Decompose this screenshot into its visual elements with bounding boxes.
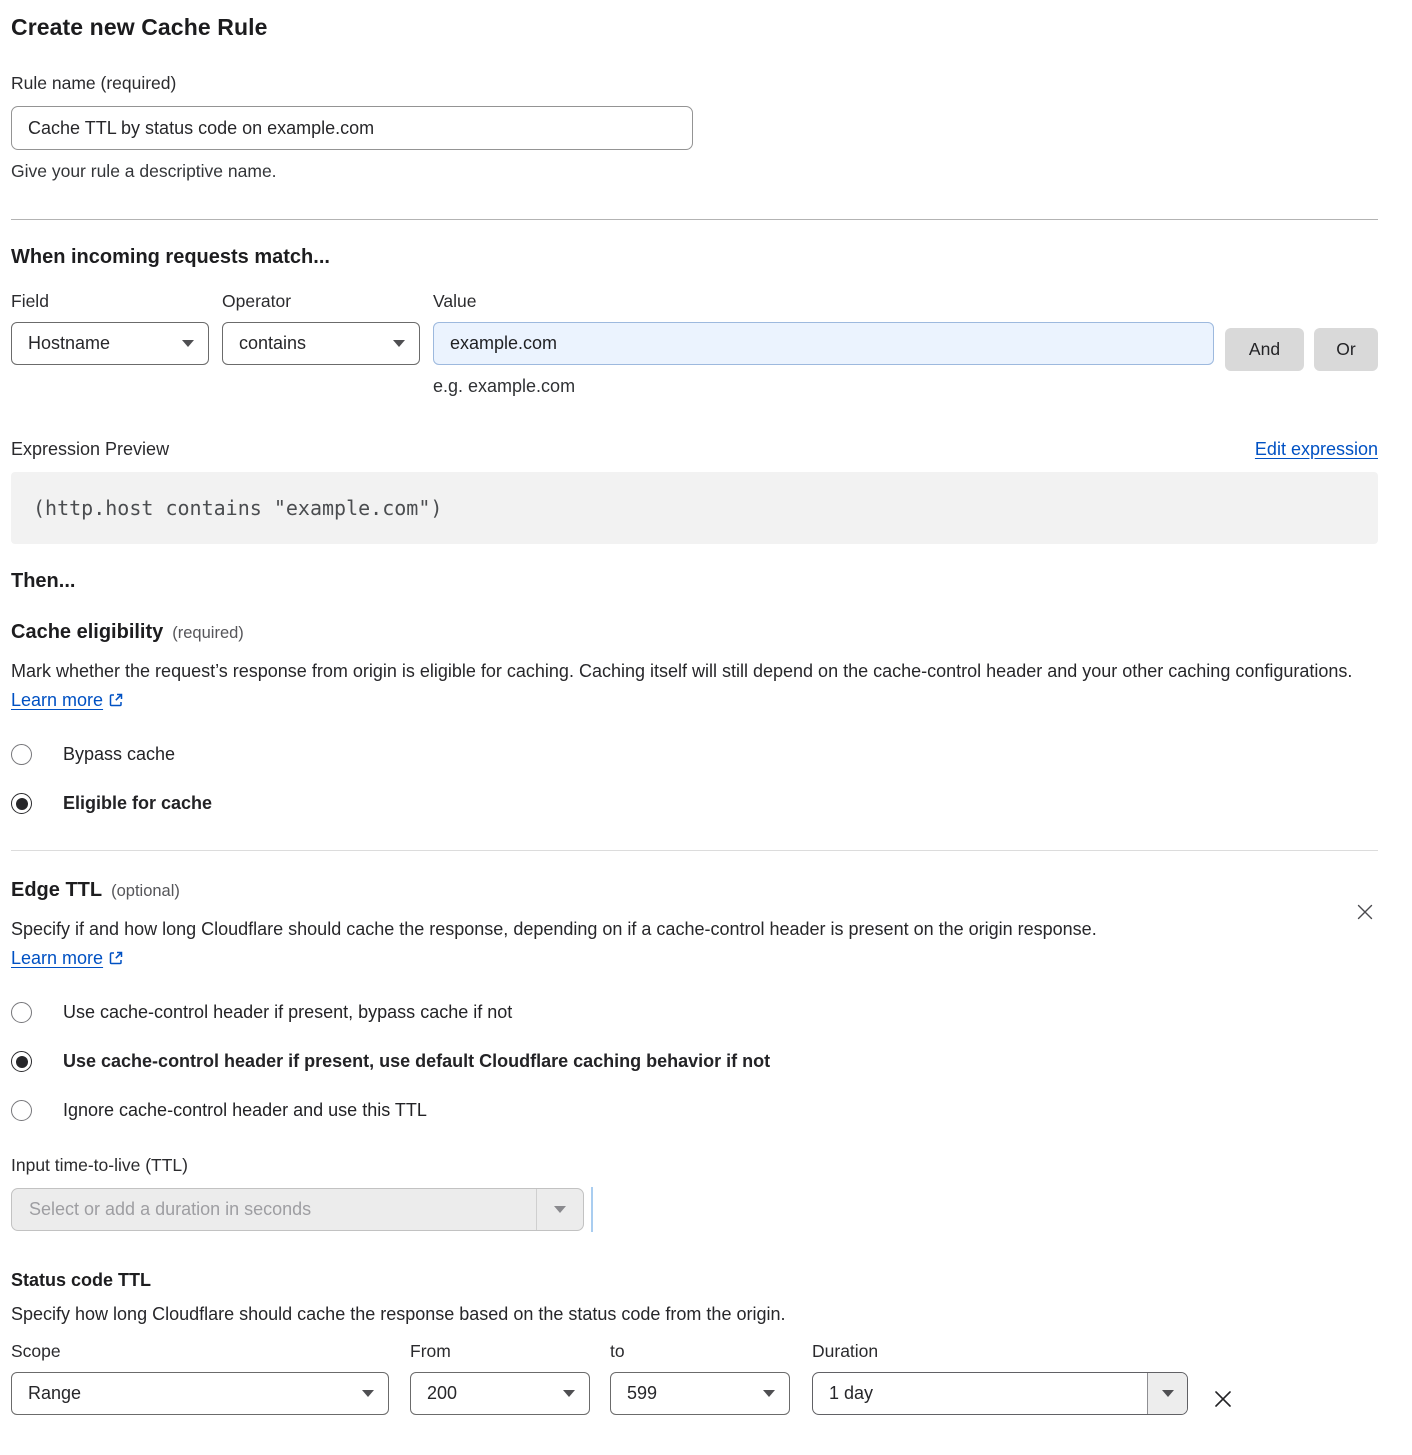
- description-text: Specify if and how long Cloudflare shoul…: [11, 919, 1097, 939]
- chevron-down-icon[interactable]: [1147, 1373, 1187, 1414]
- duration-label: Duration: [812, 1341, 1188, 1362]
- learn-more-link[interactable]: Learn more: [11, 948, 103, 968]
- rule-name-help: Give your rule a descriptive name.: [11, 161, 1378, 182]
- rule-name-label: Rule name (required): [11, 73, 1378, 94]
- radio-circle-icon[interactable]: [11, 1100, 32, 1121]
- edge-ttl-section: Edge TTL (optional) Specify if and how l…: [11, 879, 1378, 1415]
- ttl-select-placeholder: Select or add a duration in seconds: [12, 1199, 311, 1220]
- spacer: [1225, 291, 1304, 328]
- edge-ttl-description: Specify if and how long Cloudflare shoul…: [11, 915, 1111, 974]
- or-button[interactable]: Or: [1314, 328, 1378, 371]
- operator-label: Operator: [222, 291, 420, 312]
- value-input[interactable]: [433, 322, 1214, 365]
- duration-select-value: 1 day: [829, 1383, 873, 1404]
- close-icon[interactable]: [1354, 901, 1376, 923]
- field-select-value: Hostname: [28, 333, 110, 354]
- and-button[interactable]: And: [1225, 328, 1304, 371]
- chevron-down-icon: [393, 340, 405, 347]
- radio-label: Use cache-control header if present, use…: [63, 1051, 770, 1072]
- external-link-icon: [108, 688, 124, 717]
- spacer: [1304, 291, 1378, 328]
- radio-circle-selected-icon[interactable]: [11, 1051, 32, 1072]
- radio-circle-icon[interactable]: [11, 744, 32, 765]
- cache-eligibility-section: Cache eligibility (required) Mark whethe…: [11, 621, 1378, 814]
- status-code-ttl-row: Scope Range From 200 to 599: [11, 1341, 1378, 1415]
- ttl-duration-select[interactable]: Select or add a duration in seconds: [11, 1188, 584, 1231]
- ttl-input-label: Input time-to-live (TTL): [11, 1155, 1378, 1176]
- to-select[interactable]: 599: [610, 1372, 790, 1415]
- operator-select-value: contains: [239, 333, 306, 354]
- section-divider: [11, 219, 1378, 220]
- value-label: Value: [433, 291, 1214, 312]
- required-badge: (required): [172, 624, 244, 643]
- radio-ignore-header-ttl[interactable]: Ignore cache-control header and use this…: [11, 1100, 1378, 1121]
- page-title: Create new Cache Rule: [11, 14, 1378, 41]
- text-cursor-bar: [591, 1187, 593, 1232]
- rule-name-input[interactable]: [11, 106, 693, 150]
- radio-eligible-for-cache[interactable]: Eligible for cache: [11, 793, 1378, 814]
- status-code-ttl-title: Status code TTL: [11, 1270, 1378, 1291]
- duration-select[interactable]: 1 day: [812, 1372, 1188, 1415]
- chevron-down-icon: [563, 1390, 575, 1397]
- scope-select[interactable]: Range: [11, 1372, 389, 1415]
- section-divider: [11, 850, 1378, 851]
- radio-label: Eligible for cache: [63, 793, 212, 814]
- learn-more-text: Learn more: [11, 948, 103, 968]
- optional-badge: (optional): [111, 882, 180, 901]
- radio-label: Bypass cache: [63, 744, 175, 765]
- status-code-ttl-description: Specify how long Cloudflare should cache…: [11, 1304, 1378, 1325]
- from-label: From: [410, 1341, 590, 1362]
- expression-preview-code: (http.host contains "example.com"): [11, 472, 1378, 544]
- expression-code-text: (http.host contains "example.com"): [33, 496, 442, 520]
- cache-eligibility-title: Cache eligibility: [11, 621, 163, 644]
- learn-more-link[interactable]: Learn more: [11, 690, 103, 710]
- operator-select[interactable]: contains: [222, 322, 420, 365]
- from-select[interactable]: 200: [410, 1372, 590, 1415]
- radio-label: Use cache-control header if present, byp…: [63, 1002, 512, 1023]
- external-link-icon: [108, 946, 124, 975]
- remove-rule-icon[interactable]: [1212, 1388, 1234, 1410]
- description-text: Mark whether the request’s response from…: [11, 661, 1352, 681]
- scope-select-value: Range: [28, 1383, 81, 1404]
- cache-eligibility-description: Mark whether the request’s response from…: [11, 657, 1356, 716]
- radio-circle-selected-icon[interactable]: [11, 793, 32, 814]
- chevron-down-icon: [763, 1390, 775, 1397]
- to-select-value: 599: [627, 1383, 657, 1404]
- field-select[interactable]: Hostname: [11, 322, 209, 365]
- expression-preview-label: Expression Preview: [11, 439, 169, 460]
- from-select-value: 200: [427, 1383, 457, 1404]
- edit-expression-link[interactable]: Edit expression: [1255, 439, 1378, 460]
- radio-use-header-default[interactable]: Use cache-control header if present, use…: [11, 1051, 1378, 1072]
- learn-more-text: Learn more: [11, 690, 103, 710]
- radio-circle-icon[interactable]: [11, 1002, 32, 1023]
- chevron-down-icon[interactable]: [536, 1189, 583, 1230]
- edge-ttl-title: Edge TTL: [11, 879, 102, 902]
- radio-bypass-cache[interactable]: Bypass cache: [11, 744, 1378, 765]
- chevron-down-icon: [182, 340, 194, 347]
- radio-use-header-bypass[interactable]: Use cache-control header if present, byp…: [11, 1002, 1378, 1023]
- chevron-down-icon: [362, 1390, 374, 1397]
- expression-header: Expression Preview Edit expression: [11, 439, 1378, 460]
- scope-label: Scope: [11, 1341, 389, 1362]
- value-help: e.g. example.com: [433, 376, 1214, 397]
- then-heading: Then...: [11, 570, 1378, 593]
- to-label: to: [610, 1341, 790, 1362]
- field-label: Field: [11, 291, 209, 312]
- create-cache-rule-form: Create new Cache Rule Rule name (require…: [0, 0, 1412, 1455]
- match-heading: When incoming requests match...: [11, 246, 1378, 269]
- radio-label: Ignore cache-control header and use this…: [63, 1100, 427, 1121]
- match-row: Field Hostname Operator contains Value e…: [11, 291, 1378, 397]
